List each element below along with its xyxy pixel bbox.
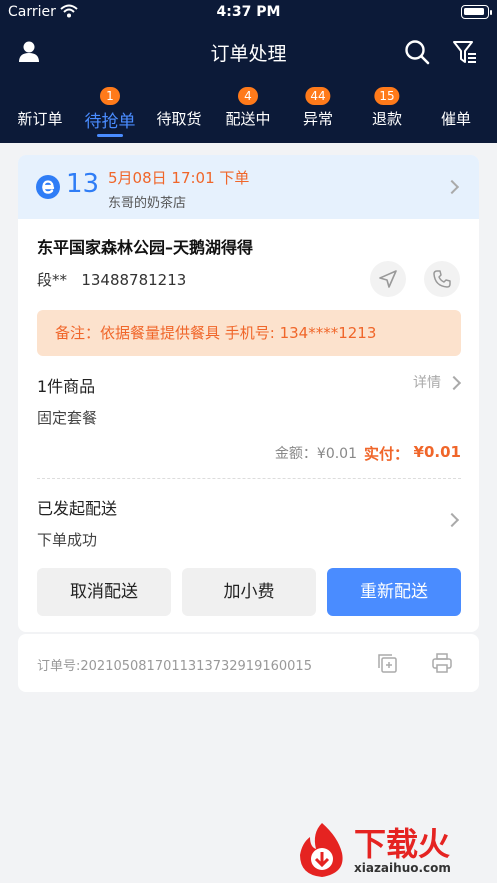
order-time: 5月08日 17:01 下单 [108,169,250,187]
delivery-address: 东平国家森林公园–天鹅湖得得 [37,238,254,257]
paid-amount: ¥0.01 [413,443,461,461]
navigation-arrow-icon [379,270,397,288]
clock: 4:37 PM [216,4,281,20]
tab-exceptions[interactable]: 44 异常 [283,84,353,143]
nav-bar: 订单处理 [0,30,497,74]
battery-icon [461,5,492,19]
customer-info: 段** 13488781213 [37,269,186,290]
tab-badge: 44 [305,87,331,105]
status-bar: Carrier 4:37 PM [0,0,497,26]
order-remark: 备注：依据餐量提供餐具 手机号: 134****1213 [37,310,461,356]
watermark: 下载火 xiazaihuo.com [292,817,497,883]
tab-refunds[interactable]: 15 退款 [352,84,422,143]
search-icon[interactable] [403,38,431,66]
tab-pending-grab[interactable]: 1 待抢单 [75,84,145,143]
goods-name: 固定套餐 [37,409,98,427]
customer-phone: 13488781213 [81,271,187,289]
store-name: 东哥的奶茶店 [108,196,187,211]
copy-icon[interactable] [376,652,398,674]
eleme-logo-icon [36,175,60,199]
order-amount: 金额：¥0.01 [274,446,357,462]
printer-icon[interactable] [431,652,453,674]
order-card: 13 5月08日 17:01 下单 东哥的奶茶店 东平国家森林公园–天鹅湖得得 … [18,155,479,632]
watermark-text: 下载火 [354,825,451,863]
navigate-button[interactable] [370,261,406,297]
order-card-header[interactable]: 13 5月08日 17:01 下单 东哥的奶茶店 [18,155,479,219]
tab-badge: 15 [374,87,400,105]
cancel-delivery-button[interactable]: 取消配送 [37,568,171,616]
tab-reminders[interactable]: 催单 [421,84,491,143]
order-status-tabs: 新订单 1 待抢单 待取货 4 配送中 44 异常 15 退款 催单 [0,84,497,143]
tab-label: 待取货 [156,110,202,128]
order-sequence-number: 13 [66,169,100,199]
tab-label: 异常 [302,110,333,128]
tab-delivering[interactable]: 4 配送中 [213,84,283,143]
filter-icon[interactable] [451,38,479,66]
chevron-right-icon[interactable] [446,375,462,391]
divider [37,478,461,479]
tab-label: 新订单 [17,110,63,128]
tab-pending-pickup[interactable]: 待取货 [144,84,214,143]
tab-badge: 1 [100,87,120,105]
chevron-right-icon [444,179,460,195]
delivery-title: 已发起配送 [37,499,118,518]
flame-logo-icon [300,823,343,877]
details-link[interactable]: 详情 [413,372,441,392]
tab-label: 配送中 [225,110,271,128]
phone-icon [433,270,451,288]
call-button[interactable] [424,261,460,297]
order-id-bar: 订单号:20210508170113137329191600​15 [18,634,479,692]
tab-label: 待抢单 [84,112,136,132]
chevron-right-icon[interactable] [444,512,460,528]
order-id: 订单号:20210508170113137329191600​15 [37,659,312,674]
header: Carrier 4:37 PM 订单处理 新订单 1 待抢单 待取货 4 配送中… [0,0,497,143]
tab-label: 催单 [440,110,471,128]
tab-badge: 4 [238,87,258,105]
tab-label: 退款 [371,110,402,128]
watermark-url: xiazaihuo.com [354,861,451,875]
add-tip-button[interactable]: 加小费 [182,568,316,616]
active-tab-indicator [97,134,123,137]
paid-label: 实付： [363,445,409,463]
delivery-status: 下单成功 [37,531,98,549]
tab-new-orders[interactable]: 新订单 [5,84,75,143]
goods-count: 1件商品 [37,377,96,396]
redeliver-button[interactable]: 重新配送 [327,568,461,616]
customer-name: 段** [37,271,68,289]
